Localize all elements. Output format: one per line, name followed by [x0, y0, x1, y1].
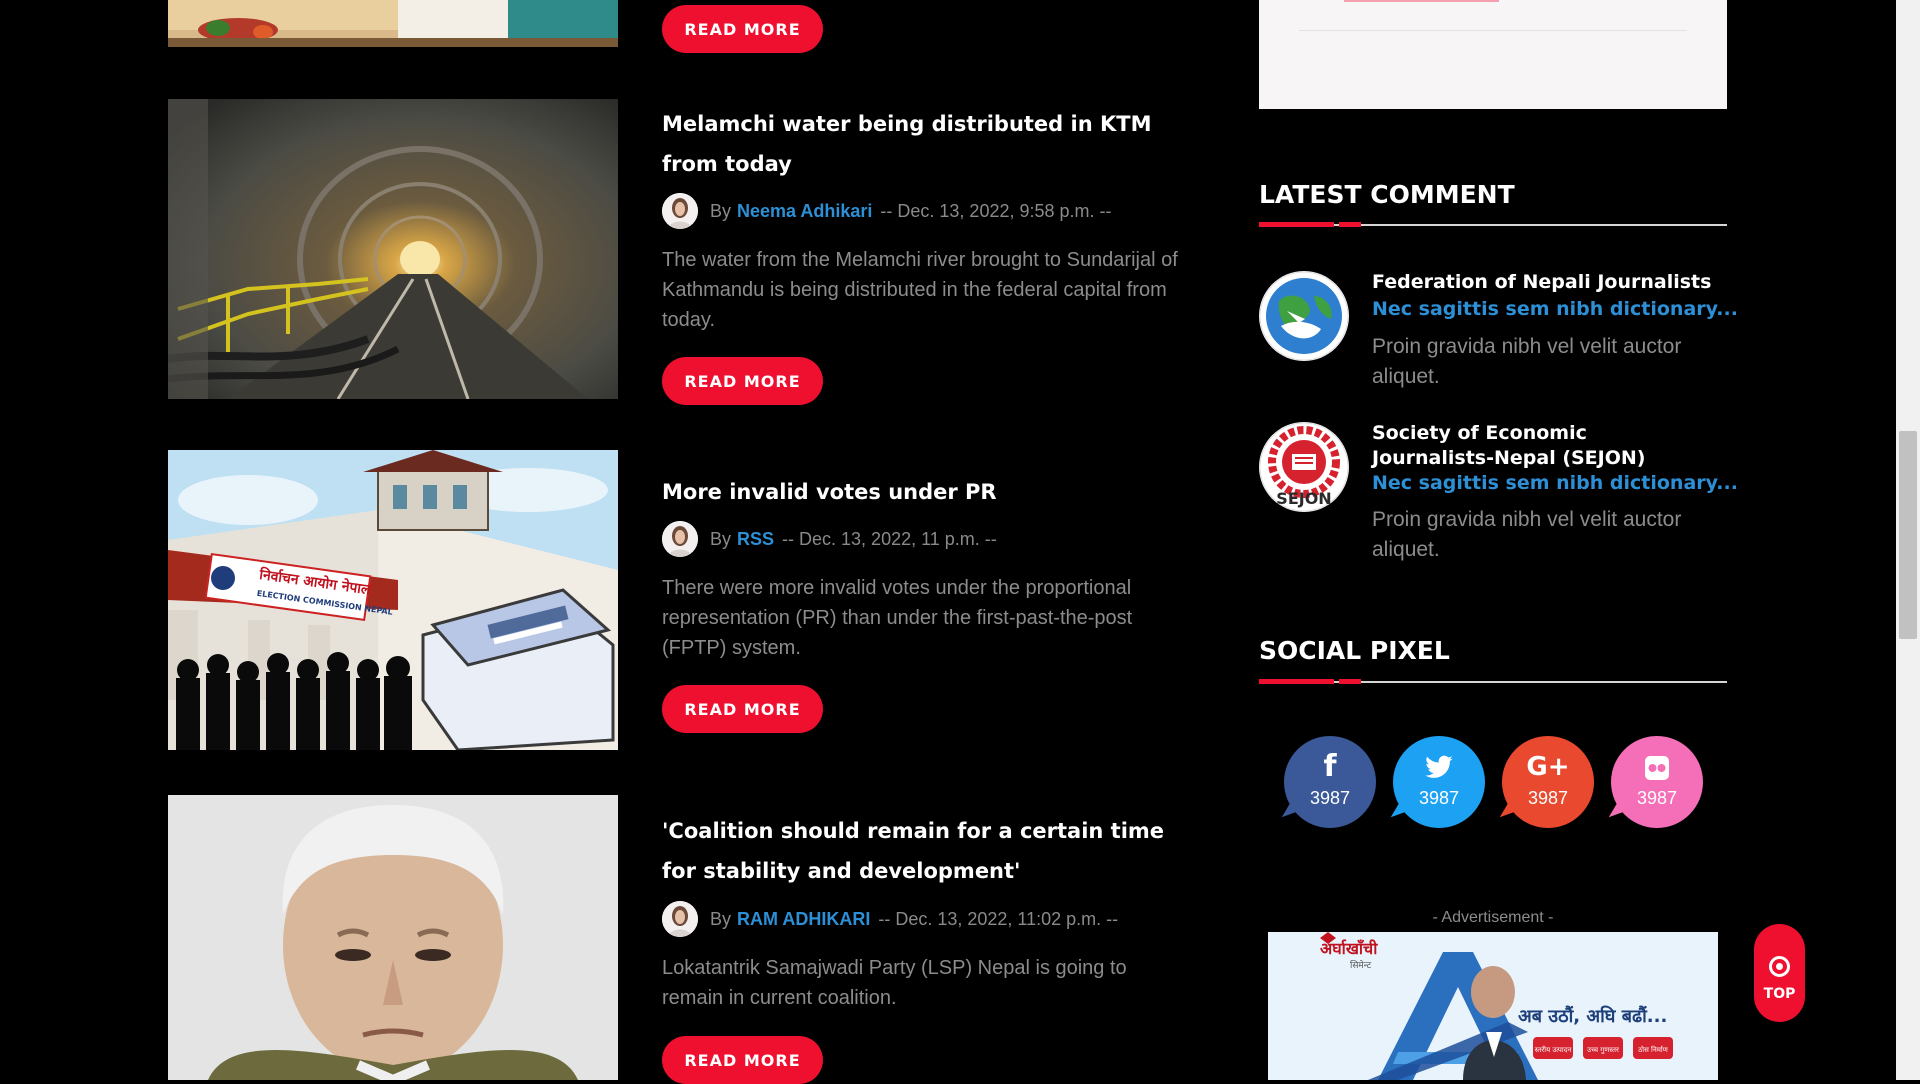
- comment-author: Society of Economic Journalists-Nepal (S…: [1372, 422, 1646, 469]
- advertisement-banner[interactable]: अर्घाखाँची सिमेन्ट अब उठौं, अघि बढौं... …: [1268, 932, 1718, 1080]
- sejon-logo: SEJON: [1259, 422, 1349, 512]
- article-title[interactable]: 'Coalition should remain for a certain t…: [662, 811, 1192, 891]
- ad-slogan: अब उठौं, अघि बढौं...: [1518, 1005, 1667, 1027]
- ad-badge: ठोस निर्माण: [1638, 1045, 1669, 1054]
- comment-text: Proin gravida nibh vel velit auctor aliq…: [1372, 335, 1682, 388]
- article-image[interactable]: निर्वाचन आयोग नेपाल ELECTION COMMISSION …: [168, 450, 618, 750]
- post-date: -- Dec. 13, 2022, 11 p.m. --: [782, 528, 997, 549]
- post-date: -- Dec. 13, 2022, 9:58 p.m. --: [880, 200, 1112, 221]
- comment-text: Proin gravida nibh vel velit auctor aliq…: [1372, 508, 1682, 561]
- read-more-button[interactable]: READ MORE: [662, 685, 823, 733]
- article-image[interactable]: [168, 795, 618, 1080]
- article-image[interactable]: [168, 99, 618, 399]
- sidebar-widget-card: [1259, 0, 1727, 109]
- advertisement-label: - Advertisement -: [1432, 909, 1554, 926]
- ad-sub: सिमेन्ट: [1350, 959, 1372, 971]
- article-excerpt: The water from the Melamchi river brough…: [662, 249, 1178, 331]
- facebook-count: 3987: [1309, 788, 1351, 808]
- section-accent: [1339, 222, 1361, 227]
- card-underline: [1344, 0, 1499, 2]
- author-avatar: [662, 521, 698, 557]
- ad-badge: स्तरीय उत्पादन: [1535, 1045, 1572, 1054]
- author-avatar: [662, 193, 698, 229]
- google-plus-icon: G+: [1526, 752, 1570, 782]
- read-more-button[interactable]: READ MORE: [662, 5, 823, 53]
- facebook-button[interactable]: f 3987: [1275, 736, 1376, 828]
- scrollbar-thumb[interactable]: [1899, 431, 1917, 639]
- article-excerpt: There were more invalid votes under the …: [662, 577, 1133, 659]
- section-accent: [1259, 222, 1334, 227]
- social-pixel-heading: SOCIAL PIXEL: [1259, 636, 1450, 665]
- flickr-count: 3987: [1636, 788, 1678, 808]
- article-title[interactable]: More invalid votes under PR: [662, 472, 1192, 512]
- twitter-count: 3987: [1418, 788, 1460, 808]
- latest-comment-heading: LATEST COMMENT: [1259, 180, 1515, 209]
- flickr-button[interactable]: 3987: [1602, 736, 1703, 828]
- google-plus-count: 3987: [1527, 788, 1569, 808]
- author-avatar: [662, 901, 698, 937]
- back-to-top-button[interactable]: TOP: [1754, 924, 1805, 1022]
- by-label: By: [710, 908, 732, 929]
- comment-link[interactable]: Nec sagittis sem nibh dictionary...: [1372, 472, 1738, 494]
- post-date: -- Dec. 13, 2022, 11:02 p.m. --: [878, 908, 1119, 929]
- google-plus-button[interactable]: G+ 3987: [1493, 736, 1594, 828]
- comment-author: Federation of Nepali Journalists: [1372, 271, 1712, 293]
- comment-link[interactable]: Nec sagittis sem nibh dictionary...: [1372, 298, 1738, 320]
- read-more-button[interactable]: READ MORE: [662, 357, 823, 405]
- facebook-icon: f: [1323, 749, 1337, 784]
- section-accent: [1339, 679, 1361, 684]
- author-link[interactable]: RAM ADHIKARI: [737, 909, 870, 930]
- flickr-icon: [1611, 754, 1703, 782]
- author-link[interactable]: RSS: [737, 529, 774, 550]
- by-label: By: [710, 200, 732, 221]
- article-meta: By RSS -- Dec. 13, 2022, 11 p.m. --: [662, 521, 997, 557]
- by-label: By: [710, 528, 732, 549]
- author-link[interactable]: Neema Adhikari: [737, 201, 872, 222]
- sejon-logo-text: SEJON: [1276, 489, 1331, 508]
- section-accent: [1259, 679, 1334, 684]
- card-divider: [1299, 30, 1687, 31]
- fnj-logo: [1259, 271, 1349, 361]
- article-image-partial[interactable]: [168, 0, 618, 47]
- target-icon: [1769, 956, 1790, 977]
- article-meta: By Neema Adhikari -- Dec. 13, 2022, 9:58…: [662, 193, 1112, 229]
- read-more-button[interactable]: READ MORE: [662, 1036, 823, 1084]
- article-meta: By RAM ADHIKARI -- Dec. 13, 2022, 11:02 …: [662, 901, 1118, 937]
- twitter-icon: [1393, 750, 1485, 782]
- article-title[interactable]: Melamchi water being distributed in KTM …: [662, 104, 1192, 184]
- article-excerpt: Lokatantrik Samajwadi Party (LSP) Nepal …: [662, 957, 1127, 1009]
- twitter-button[interactable]: 3987: [1384, 736, 1485, 828]
- ad-badge: उच्च गुणस्तर: [1587, 1046, 1619, 1054]
- top-label: TOP: [1763, 986, 1796, 1002]
